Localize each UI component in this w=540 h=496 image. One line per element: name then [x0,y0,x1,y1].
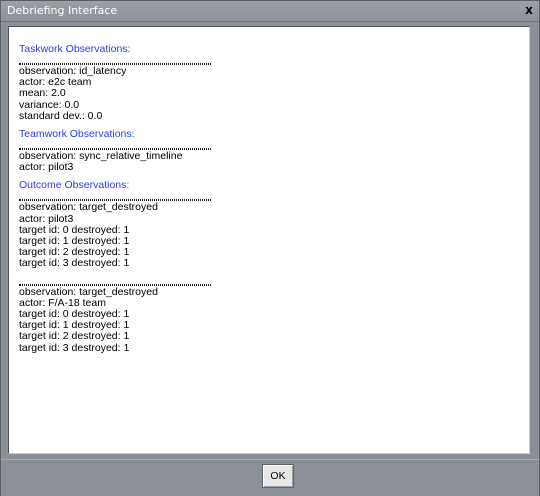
outcome-block: observation: target_destroyed actor: pil… [19,202,529,269]
standard-dev-line: standard dev.: 0.0 [19,109,103,122]
ok-button[interactable]: OK [262,464,294,488]
debriefing-window: Debriefing Interface x Taskwork Observat… [0,0,540,496]
actor-line: actor: pilot3 [19,161,74,174]
observation-line: observation: sync_relative_timeline [19,150,183,163]
teamwork-section-title: Teamwork Observations: [19,128,135,141]
taskwork-block: observation: id_latency actor: e2c team … [19,65,529,122]
observation-line: observation: target_destroyed [19,201,158,214]
actor-line: actor: e2c team [19,76,92,89]
title-bar[interactable]: Debriefing Interface x [1,1,539,22]
taskwork-section-title: Taskwork Observations: [19,43,131,55]
target-line: target id: 2 destroyed: 1 [19,330,130,343]
target-line: target id: 3 destroyed: 1 [19,341,130,354]
report-content[interactable]: Taskwork Observations: observation: id_l… [9,27,529,453]
target-line: target id: 3 destroyed: 1 [19,257,130,270]
outcome-block: observation: target_destroyed actor: F/A… [19,286,529,354]
teamwork-block: observation: sync_relative_timeline acto… [19,150,529,174]
window-title: Debriefing Interface [7,4,118,17]
button-bar: OK [1,459,539,496]
report-panel: Taskwork Observations: observation: id_l… [8,26,530,454]
outcome-section-title: Outcome Observations: [19,179,130,192]
observation-line: observation: id_latency [19,65,127,77]
close-icon[interactable]: x [522,3,536,17]
mean-line: mean: 2.0 [19,87,66,100]
